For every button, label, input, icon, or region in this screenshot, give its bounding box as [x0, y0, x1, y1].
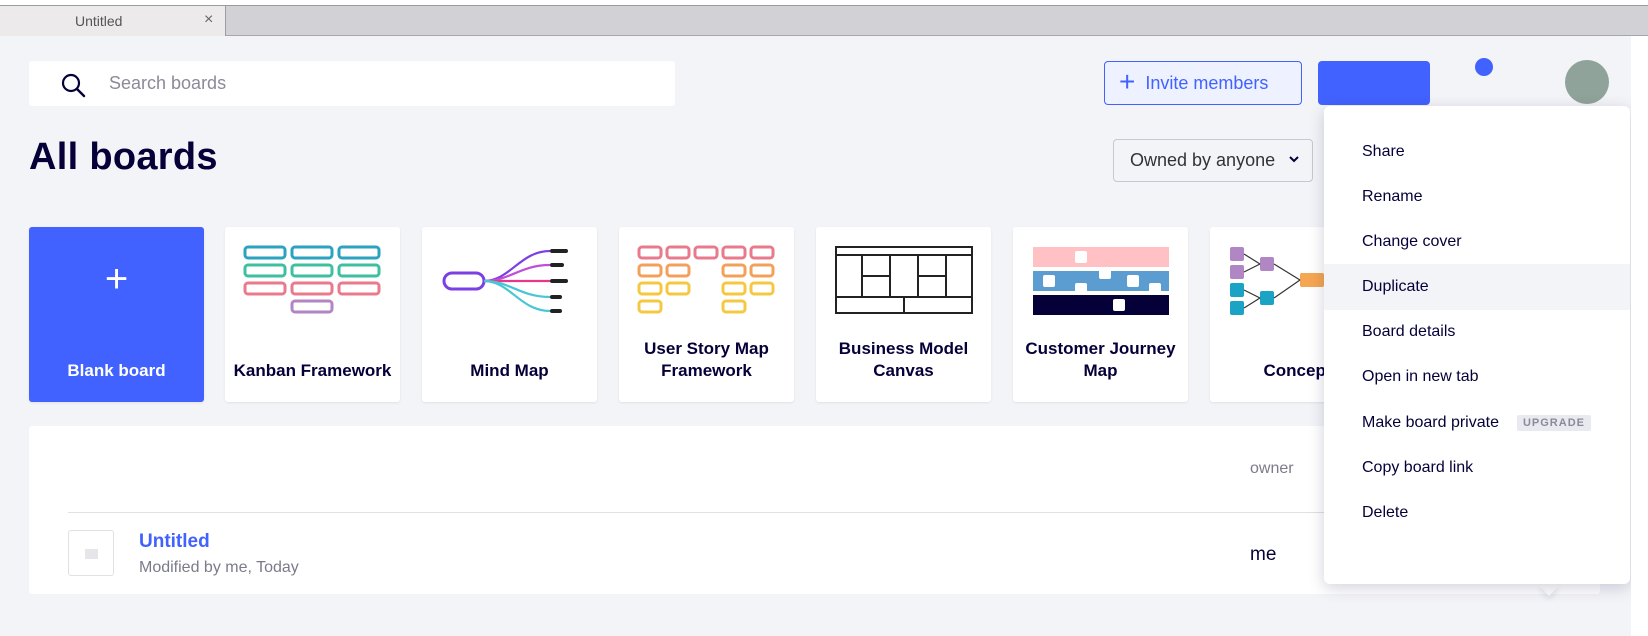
menu-item-duplicate[interactable]: Duplicate: [1324, 264, 1630, 310]
template-card-business-model-canvas[interactable]: Business Model Canvas: [816, 227, 991, 402]
browser-tab-bar: Untitled ×: [0, 5, 1648, 36]
board-context-menu: Share Rename Change cover Duplicate Boar…: [1324, 106, 1630, 584]
browser-tab[interactable]: Untitled ×: [0, 6, 226, 36]
create-board-button[interactable]: [1318, 61, 1430, 105]
menu-item-board-details[interactable]: Board details: [1324, 309, 1630, 355]
menu-item-label: Share: [1362, 143, 1405, 160]
menu-item-make-board-private[interactable]: Make board private UPGRADE: [1324, 400, 1630, 446]
menu-item-label: Make board private: [1362, 414, 1499, 431]
template-card-label: Business Model Canvas: [838, 339, 969, 380]
plus-icon: +: [104, 257, 129, 301]
board-thumbnail-placeholder: [85, 549, 98, 559]
page-title: All boards: [29, 136, 218, 178]
menu-item-label: Rename: [1362, 188, 1423, 205]
column-header-owner[interactable]: owner: [1250, 460, 1294, 478]
search-icon: [61, 73, 86, 98]
close-icon[interactable]: ×: [204, 11, 213, 29]
app-main: + Invite members All boards Owned by any…: [0, 36, 1631, 636]
board-title-link[interactable]: Untitled: [139, 531, 210, 553]
template-card-label: User Story Map Framework: [644, 339, 769, 380]
kanban-thumbnail: [243, 245, 381, 314]
template-card-label: Blank board: [67, 361, 166, 380]
board-owner: me: [1250, 544, 1277, 565]
avatar[interactable]: [1565, 60, 1609, 104]
menu-item-copy-board-link[interactable]: Copy board link: [1324, 445, 1630, 491]
menu-item-label: Change cover: [1362, 233, 1462, 250]
menu-item-change-cover[interactable]: Change cover: [1324, 219, 1630, 265]
menu-item-label: Delete: [1362, 504, 1409, 521]
template-card-label: Kanban Framework: [233, 361, 392, 380]
board-thumbnail[interactable]: [68, 530, 114, 576]
window-gutter: [1631, 36, 1648, 636]
template-card-customer-journey-map[interactable]: Customer Journey Map: [1013, 227, 1188, 402]
search-input[interactable]: [109, 71, 649, 96]
chevron-down-icon: [1288, 152, 1300, 169]
board-modified-text: Modified by me, Today: [139, 559, 299, 576]
template-card-blank-board[interactable]: + Blank board: [29, 227, 204, 402]
upgrade-badge: UPGRADE: [1516, 415, 1591, 431]
customer-journey-map-thumbnail: [1033, 247, 1169, 315]
menu-item-label: Duplicate: [1362, 278, 1429, 295]
menu-item-rename[interactable]: Rename: [1324, 174, 1630, 220]
template-card-label: Mind Map: [470, 361, 549, 380]
invite-members-button[interactable]: + Invite members: [1104, 61, 1302, 105]
plus-icon: +: [1119, 65, 1136, 97]
menu-item-label: Copy board link: [1362, 459, 1474, 476]
owner-filter-select[interactable]: Owned by anyone: [1113, 139, 1313, 182]
business-model-canvas-thumbnail: [835, 246, 973, 314]
browser-tab-title: Untitled: [75, 13, 123, 29]
owner-filter-value: Owned by anyone: [1130, 150, 1276, 170]
menu-item-delete[interactable]: Delete: [1324, 490, 1630, 536]
user-story-map-thumbnail: [637, 245, 775, 314]
template-card-kanban[interactable]: Kanban Framework: [225, 227, 400, 402]
template-card-label: Customer Journey Map: [1025, 339, 1176, 380]
mind-map-thumbnail: [442, 249, 568, 313]
notification-icon[interactable]: [1475, 58, 1493, 76]
menu-item-label: Board details: [1362, 323, 1456, 340]
menu-item-open-in-new-tab[interactable]: Open in new tab: [1324, 354, 1630, 400]
template-card-mind-map[interactable]: Mind Map: [422, 227, 597, 402]
template-card-user-story-map[interactable]: User Story Map Framework: [619, 227, 794, 402]
menu-item-share[interactable]: Share: [1324, 129, 1630, 175]
search-box[interactable]: [29, 61, 675, 106]
menu-item-label: Open in new tab: [1362, 368, 1479, 385]
invite-members-label: Invite members: [1145, 72, 1269, 93]
